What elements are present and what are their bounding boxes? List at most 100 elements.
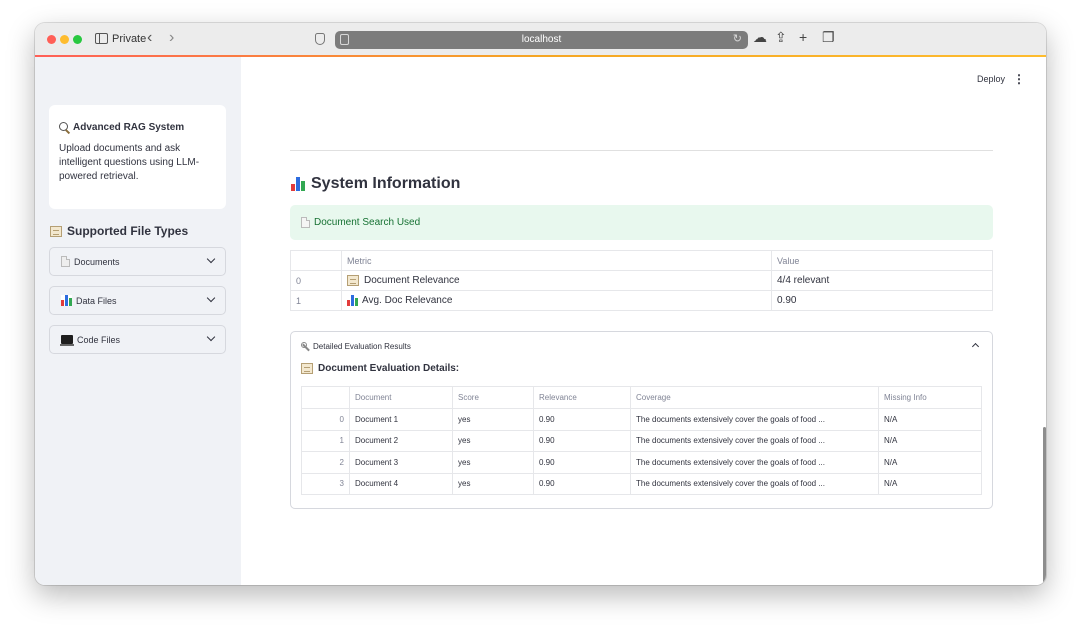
metrics-table: Metric Value 0 Document Relevance 4/4 re… [290, 250, 993, 311]
reload-icon[interactable]: ↻ [733, 32, 742, 45]
card-title-text: Advanced RAG System [73, 122, 185, 133]
laptop-icon [60, 335, 74, 346]
data-files-expander[interactable]: Data Files [49, 286, 226, 315]
score-cell[interactable]: yes [452, 429, 534, 452]
missing-info-cell[interactable]: N/A [878, 451, 982, 474]
row-index: 1 [290, 290, 342, 311]
missing-info-cell[interactable]: N/A [878, 472, 982, 495]
expander-label: Documents [74, 256, 120, 267]
shield-icon[interactable] [315, 33, 325, 45]
ledger-icon [301, 363, 313, 374]
row-index: 0 [301, 408, 350, 431]
score-cell[interactable]: yes [452, 451, 534, 474]
cloud-icon[interactable]: ☁ [753, 29, 767, 46]
documents-expander[interactable]: Documents [49, 247, 226, 276]
column-header[interactable]: Relevance [533, 386, 631, 409]
evaluation-subtitle-text: Document Evaluation Details: [318, 363, 460, 374]
evaluation-table: Document Score Relevance Coverage Missin… [301, 386, 982, 495]
chevron-down-icon [206, 254, 216, 264]
relevance-cell[interactable]: 0.90 [533, 451, 631, 474]
column-header[interactable]: Score [452, 386, 534, 409]
coverage-cell[interactable]: The documents extensively cover the goal… [630, 429, 879, 452]
metric-name: Avg. Doc Relevance [362, 295, 453, 306]
table-header-row: Document Score Relevance Coverage Missin… [301, 386, 982, 409]
divider [290, 150, 993, 151]
bar-chart-icon [347, 295, 358, 306]
column-header[interactable]: Value [771, 250, 993, 271]
coverage-cell[interactable]: The documents extensively cover the goal… [630, 408, 879, 431]
column-header[interactable] [290, 250, 342, 271]
value-cell[interactable]: 0.90 [771, 290, 993, 311]
document-cell[interactable]: Document 4 [349, 472, 453, 495]
table-row: 2 Document 3 yes 0.90 The documents exte… [301, 451, 982, 474]
evaluation-expander-header[interactable]: Detailed Evaluation Results [301, 342, 411, 351]
expander-label: Code Files [77, 334, 121, 345]
missing-info-cell[interactable]: N/A [878, 429, 982, 452]
metric-cell[interactable]: Document Relevance [341, 270, 772, 291]
chevron-up-icon[interactable] [971, 342, 980, 351]
info-card: Advanced RAG System Upload documents and… [49, 105, 226, 209]
expander-label: Detailed Evaluation Results [313, 342, 411, 351]
chevron-down-icon [206, 293, 216, 303]
score-cell[interactable]: yes [452, 472, 534, 495]
missing-info-cell[interactable]: N/A [878, 408, 982, 431]
table-row: 1 Avg. Doc Relevance 0.90 [290, 290, 993, 311]
metric-cell[interactable]: Avg. Doc Relevance [341, 290, 772, 311]
private-label: Private [112, 33, 147, 45]
browser-window: Private ‹ › localhost ↻ ☁ ⇪ + ❐ Advanced… [35, 23, 1046, 585]
minimize-window-button[interactable] [60, 35, 69, 44]
back-arrow-icon[interactable]: ‹ [147, 29, 152, 47]
document-cell[interactable]: Document 2 [349, 429, 453, 452]
table-row: 3 Document 4 yes 0.90 The documents exte… [301, 472, 982, 495]
maximize-window-button[interactable] [73, 35, 82, 44]
card-title: Advanced RAG System [59, 122, 216, 133]
browser-titlebar: Private ‹ › localhost ↻ ☁ ⇪ + ❐ [35, 23, 1046, 56]
deploy-button[interactable]: Deploy [977, 74, 1005, 84]
evaluation-subtitle: Document Evaluation Details: [301, 363, 459, 374]
column-header[interactable] [301, 386, 350, 409]
success-alert: Document Search Used [290, 205, 993, 240]
share-icon[interactable]: ⇪ [775, 29, 787, 46]
code-files-expander[interactable]: Code Files [49, 325, 226, 354]
page-title: System Information [291, 175, 460, 193]
table-header-row: Metric Value [290, 250, 993, 271]
expander-label: Data Files [76, 295, 117, 306]
ledger-icon [50, 225, 62, 237]
scrollbar[interactable] [1043, 427, 1046, 585]
metric-name: Document Relevance [364, 275, 460, 286]
document-cell[interactable]: Document 3 [349, 451, 453, 474]
relevance-cell[interactable]: 0.90 [533, 408, 631, 431]
page-icon [301, 217, 310, 228]
row-index: 1 [301, 429, 350, 452]
close-window-button[interactable] [47, 35, 56, 44]
page-title-text: System Information [311, 175, 461, 192]
chevron-down-icon [206, 332, 216, 342]
value-cell[interactable]: 4/4 relevant [771, 270, 993, 291]
sidebar-toggle-icon[interactable] [95, 33, 108, 44]
alert-text: Document Search Used [314, 217, 421, 228]
relevance-cell[interactable]: 0.90 [533, 429, 631, 452]
bar-chart-icon [291, 177, 305, 191]
table-row: 1 Document 2 yes 0.90 The documents exte… [301, 429, 982, 452]
section-title-text: Supported File Types [67, 224, 189, 238]
wrench-icon [301, 342, 310, 351]
main-menu-icon[interactable]: ⋮ [1013, 72, 1025, 86]
column-header[interactable]: Metric [341, 250, 772, 271]
ledger-icon [347, 275, 359, 286]
magnifying-glass-icon [59, 122, 70, 133]
coverage-cell[interactable]: The documents extensively cover the goal… [630, 472, 879, 495]
relevance-cell[interactable]: 0.90 [533, 472, 631, 495]
document-cell[interactable]: Document 1 [349, 408, 453, 431]
column-header[interactable]: Coverage [630, 386, 879, 409]
row-index: 3 [301, 472, 350, 495]
new-tab-icon[interactable]: + [799, 29, 807, 45]
evaluation-expander: Detailed Evaluation Results Document Eva… [290, 331, 993, 509]
score-cell[interactable]: yes [452, 408, 534, 431]
column-header[interactable]: Missing Info [878, 386, 982, 409]
tab-overview-icon[interactable]: ❐ [822, 29, 835, 46]
address-bar[interactable]: localhost ↻ [335, 31, 748, 49]
coverage-cell[interactable]: The documents extensively cover the goal… [630, 451, 879, 474]
column-header[interactable]: Document [349, 386, 453, 409]
row-index: 0 [290, 270, 342, 291]
forward-arrow-icon[interactable]: › [169, 29, 174, 47]
